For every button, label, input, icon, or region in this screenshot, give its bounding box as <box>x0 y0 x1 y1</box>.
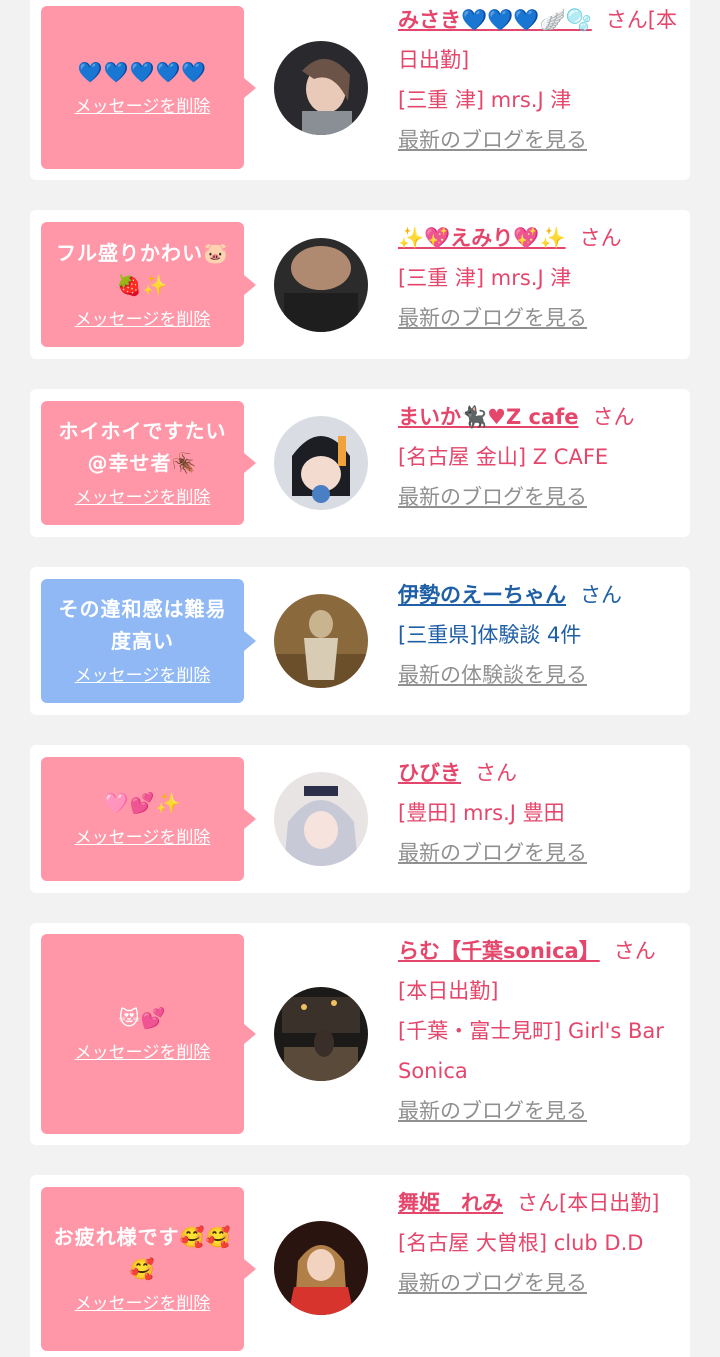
user-name-link[interactable]: みさき💙💙💙🪽🫧 <box>398 8 592 32</box>
message-text: その違和感は難易度高い <box>58 597 227 653</box>
latest-blog-link[interactable]: 最新のブログを見る <box>398 306 587 330</box>
user-info: ひびき さん [豊田] mrs.J 豊田 最新のブログを見る <box>398 753 678 873</box>
honorific: さん <box>592 405 635 429</box>
latest-blog-link[interactable]: 最新のブログを見る <box>398 128 587 152</box>
shop-text: [名古屋 金山] Z CAFE <box>398 445 609 469</box>
honorific: さん <box>605 8 648 32</box>
latest-blog-link[interactable]: 最新のブログを見る <box>398 485 587 509</box>
message-bubble: ホイホイですたい@幸せ者🪳 メッセージを削除 <box>41 401 256 525</box>
latest-reviews-link[interactable]: 最新の体験談を見る <box>398 663 587 687</box>
shop-text: [名古屋 大曽根] club D.D <box>398 1231 644 1255</box>
honorific: さん <box>475 761 517 785</box>
shop-text: [三重 津] mrs.J 津 <box>398 266 572 290</box>
delete-message-link[interactable]: メッセージを削除 <box>75 663 211 689</box>
user-name-link[interactable]: ひびき <box>398 761 461 785</box>
user-name-link[interactable]: らむ【千葉sonica】 <box>398 939 600 963</box>
message-text: 😻💕 <box>118 1006 167 1030</box>
delete-message-link[interactable]: メッセージを削除 <box>75 485 211 511</box>
avatar[interactable] <box>274 1221 368 1315</box>
honorific: さん <box>517 1191 559 1215</box>
avatar[interactable] <box>274 594 368 688</box>
message-bubble: フル盛りかわい🐷🍓✨ メッセージを削除 <box>41 222 256 347</box>
delete-message-link[interactable]: メッセージを削除 <box>75 1040 211 1066</box>
user-name-link[interactable]: 舞姫 れみ <box>398 1191 503 1215</box>
user-name-link[interactable]: まいか🐈‍⬛♥Z cafe <box>398 405 579 429</box>
status-text: [本日出勤] <box>398 979 499 1003</box>
list-item: その違和感は難易度高い メッセージを削除 伊勢のえーちゃん さん [三重県]体験談… <box>30 567 690 715</box>
message-bubble: 😻💕 メッセージを削除 <box>41 934 256 1134</box>
avatar[interactable] <box>274 772 368 866</box>
user-name-link[interactable]: 伊勢のえーちゃん <box>398 583 566 607</box>
list-item: 😻💕 メッセージを削除 らむ【千葉sonica】 さん [本日出勤] [千葉・富士見… <box>30 923 690 1145</box>
shop-text: [豊田] mrs.J 豊田 <box>398 801 565 825</box>
message-text: 🩷💕✨ <box>103 791 182 815</box>
delete-message-link[interactable]: メッセージを削除 <box>75 825 211 851</box>
message-text: フル盛りかわい🐷🍓✨ <box>56 240 229 297</box>
list-item: ホイホイですたい@幸せ者🪳 メッセージを削除 まいか🐈‍⬛♥Z cafe さん [… <box>30 389 690 537</box>
honorific: さん <box>613 939 656 963</box>
user-info: ✨💖えみり💖✨ さん [三重 津] mrs.J 津 最新のブログを見る <box>398 218 678 338</box>
latest-blog-link[interactable]: 最新のブログを見る <box>398 841 587 865</box>
message-text: ホイホイですたい@幸せ者🪳 <box>58 419 227 475</box>
user-info: 舞姫 れみ さん[本日出勤] [名古屋 大曽根] club D.D 最新のブログを… <box>398 1183 678 1303</box>
user-info: 伊勢のえーちゃん さん [三重県]体験談 4件 最新の体験談を見る <box>398 575 678 695</box>
message-bubble: お疲れ様です🥰🥰🥰 メッセージを削除 <box>41 1187 256 1351</box>
delete-message-link[interactable]: メッセージを削除 <box>75 1291 211 1317</box>
message-bubble: 🩷💕✨ メッセージを削除 <box>41 757 256 881</box>
message-bubble: その違和感は難易度高い メッセージを削除 <box>41 579 256 703</box>
user-info: らむ【千葉sonica】 さん [本日出勤] [千葉・富士見町] Girl's Ba… <box>398 931 678 1131</box>
message-text: 💙💙💙💙💙 <box>77 59 208 84</box>
shop-text: [千葉・富士見町] Girl's Bar Sonica <box>398 1019 664 1083</box>
avatar[interactable] <box>274 416 368 510</box>
user-info: まいか🐈‍⬛♥Z cafe さん [名古屋 金山] Z CAFE 最新のブログを見… <box>398 397 678 517</box>
user-info: みさき💙💙💙🪽🫧 さん[本日出勤] [三重 津] mrs.J 津 最新のブログを見… <box>398 0 678 160</box>
delete-message-link[interactable]: メッセージを削除 <box>75 94 211 120</box>
delete-message-link[interactable]: メッセージを削除 <box>75 307 211 333</box>
shop-text: [三重 津] mrs.J 津 <box>398 88 572 112</box>
list-item: 🩷💕✨ メッセージを削除 ひびき さん [豊田] mrs.J 豊田 最新のブログを… <box>30 745 690 893</box>
message-text: お疲れ様です🥰🥰🥰 <box>53 1225 232 1281</box>
avatar[interactable] <box>274 41 368 135</box>
message-list: 💙💙💙💙💙 メッセージを削除 みさき💙💙💙🪽🫧 さん[本日出勤] [三重 津] m… <box>0 0 720 1357</box>
avatar[interactable] <box>274 238 368 332</box>
latest-blog-link[interactable]: 最新のブログを見る <box>398 1099 587 1123</box>
list-item: フル盛りかわい🐷🍓✨ メッセージを削除 ✨💖えみり💖✨ さん [三重 津] mrs… <box>30 210 690 359</box>
honorific: さん <box>579 226 622 250</box>
shop-text: [三重県]体験談 4件 <box>398 623 582 647</box>
status-text: [本日出勤] <box>559 1191 660 1215</box>
user-name-link[interactable]: ✨💖えみり💖✨ <box>398 226 566 250</box>
list-item: お疲れ様です🥰🥰🥰 メッセージを削除 舞姫 れみ さん[本日出勤] [名古屋 大曽… <box>30 1175 690 1357</box>
latest-blog-link[interactable]: 最新のブログを見る <box>398 1271 587 1295</box>
message-bubble: 💙💙💙💙💙 メッセージを削除 <box>41 6 256 169</box>
honorific: さん <box>580 583 622 607</box>
list-item: 💙💙💙💙💙 メッセージを削除 みさき💙💙💙🪽🫧 さん[本日出勤] [三重 津] m… <box>30 0 690 180</box>
avatar[interactable] <box>274 987 368 1081</box>
